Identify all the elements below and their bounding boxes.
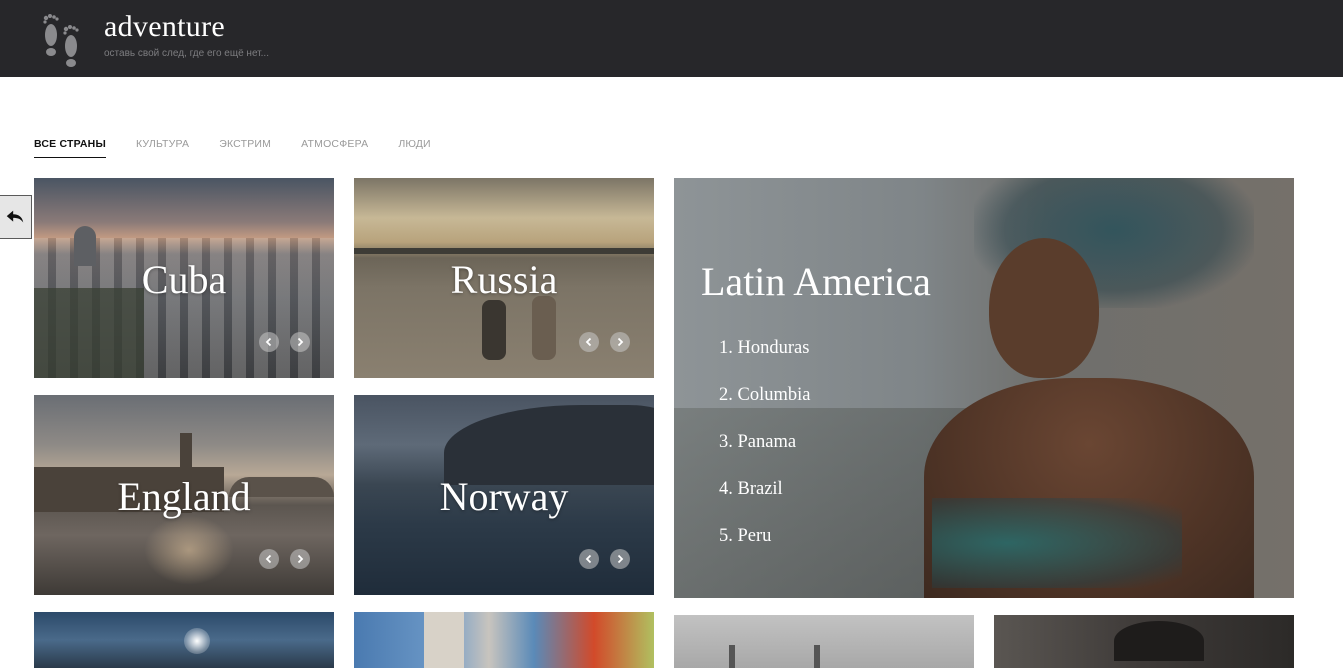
chevron-right-icon — [617, 554, 624, 564]
next-button[interactable] — [610, 332, 630, 352]
prev-button[interactable] — [579, 332, 599, 352]
prev-button[interactable] — [259, 332, 279, 352]
next-button[interactable] — [610, 549, 630, 569]
card-bottom-3[interactable] — [674, 615, 974, 668]
prev-button[interactable] — [259, 549, 279, 569]
site-header: adventure оставь свой след, где его ещё … — [0, 0, 1343, 77]
filter-atmosphere[interactable]: АТМОСФЕРА — [301, 138, 368, 158]
footprints-icon[interactable] — [40, 9, 84, 67]
next-button[interactable] — [290, 549, 310, 569]
filter-all-countries[interactable]: ВСЕ СТРАНЫ — [34, 138, 106, 158]
featured-title: Latin America — [701, 259, 931, 304]
chevron-right-icon — [617, 337, 624, 347]
featured-country-list: 1. Honduras 2. Columbia 3. Panama 4. Bra… — [719, 338, 810, 573]
list-item[interactable]: 3. Panama — [719, 432, 810, 479]
list-item[interactable]: 5. Peru — [719, 526, 810, 573]
card-title: England — [117, 474, 251, 519]
chevron-right-icon — [297, 337, 304, 347]
card-bottom-2[interactable] — [354, 612, 654, 668]
card-title: Russia — [450, 257, 558, 302]
card-title: Cuba — [141, 257, 227, 302]
card-bottom-4[interactable] — [994, 615, 1294, 668]
category-filters: ВСЕ СТРАНЫ КУЛЬТУРА ЭКСТРИМ АТМОСФЕРА ЛЮ… — [34, 138, 461, 158]
back-arrow-icon — [6, 210, 23, 223]
prev-button[interactable] — [579, 549, 599, 569]
chevron-left-icon — [265, 337, 272, 347]
list-item[interactable]: 1. Honduras — [719, 338, 810, 385]
list-item[interactable]: 2. Columbia — [719, 385, 810, 432]
chevron-left-icon — [265, 554, 272, 564]
card-latin-america[interactable]: Latin America 1. Honduras 2. Columbia 3.… — [674, 178, 1294, 598]
filter-people[interactable]: ЛЮДИ — [398, 138, 431, 158]
card-england[interactable]: England — [34, 395, 334, 595]
chevron-right-icon — [297, 554, 304, 564]
filter-culture[interactable]: КУЛЬТУРА — [136, 138, 189, 158]
card-norway[interactable]: Norway — [354, 395, 654, 595]
brand-title[interactable]: adventure — [104, 10, 225, 44]
card-cuba[interactable]: Cuba — [34, 178, 334, 378]
card-russia[interactable]: Russia — [354, 178, 654, 378]
card-title: Norway — [439, 474, 569, 519]
card-bottom-1[interactable] — [34, 612, 334, 668]
back-button[interactable] — [0, 195, 32, 239]
next-button[interactable] — [290, 332, 310, 352]
chevron-left-icon — [585, 554, 592, 564]
brand-tagline: оставь свой след, где его ещё нет... — [104, 48, 269, 59]
list-item[interactable]: 4. Brazil — [719, 479, 810, 526]
filter-extreme[interactable]: ЭКСТРИМ — [219, 138, 271, 158]
chevron-left-icon — [585, 337, 592, 347]
